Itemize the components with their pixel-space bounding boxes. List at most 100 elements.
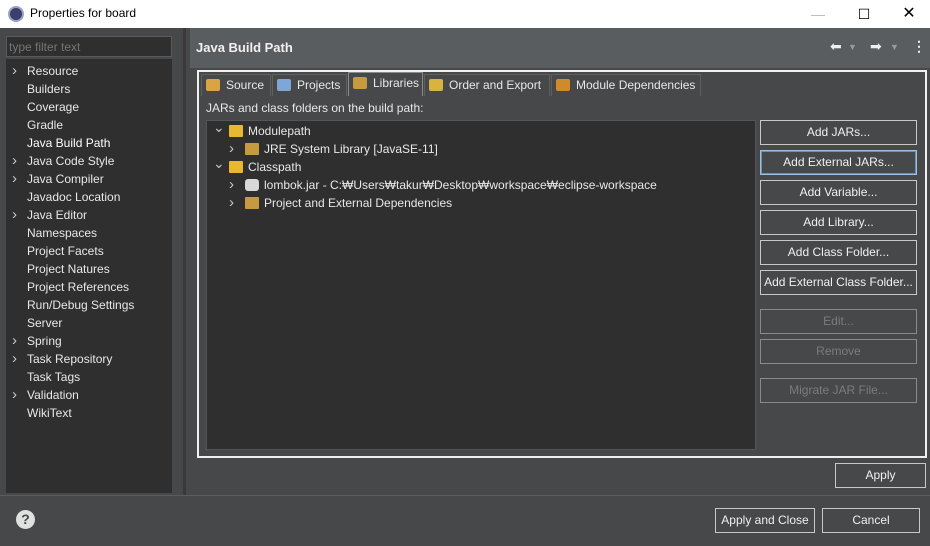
nav-item[interactable]: Java Build Path	[6, 134, 172, 152]
back-arrow-icon[interactable]: ⬅	[830, 38, 842, 55]
property-nav-tree: › Resource Builders Coverage Gradle Java Buil…	[6, 59, 172, 493]
add-variable-button[interactable]: Add Variable...	[760, 180, 917, 205]
nav-item[interactable]: Project Natures	[6, 260, 172, 278]
libraries-tree[interactable]: ⌄ Modulepath › JRE System Library [JavaSE-1…	[206, 119, 756, 450]
migrate-jar-button[interactable]: Migrate JAR File...	[760, 378, 917, 403]
tab-label: Projects	[297, 78, 341, 92]
add-external-jars-button[interactable]: Add External JARs...	[760, 150, 917, 175]
nav-item-label: Task Repository	[27, 352, 113, 366]
jar-icon	[245, 179, 259, 191]
chevron-down-icon[interactable]: ⌄	[213, 154, 225, 172]
tree-node-label: Classpath	[248, 160, 302, 174]
cancel-button[interactable]: Cancel	[822, 508, 920, 533]
tree-node[interactable]: › Project and External Dependencies	[229, 194, 743, 212]
nav-item-label: Task Tags	[27, 370, 81, 384]
apply-button[interactable]: Apply	[835, 463, 926, 488]
tab-source[interactable]: Source	[201, 74, 271, 96]
chevron-down-icon[interactable]: ▼	[890, 42, 899, 52]
chevron-right-icon[interactable]: ›	[12, 152, 22, 170]
classpath-icon	[229, 161, 243, 173]
dependencies-icon	[245, 197, 259, 209]
tree-node-label: lombok.jar - C:₩Users₩takur₩Desktop₩work…	[264, 178, 657, 192]
edit-button[interactable]: Edit...	[760, 309, 917, 334]
chevron-right-icon[interactable]: ›	[229, 140, 241, 158]
tab-folder: Source Projects Libraries Order and Export M…	[197, 70, 927, 458]
nav-item[interactable]: Builders	[6, 80, 172, 98]
add-library-button[interactable]: Add Library...	[760, 210, 917, 235]
tab-module-dependencies[interactable]: Module Dependencies	[551, 74, 701, 96]
nav-item[interactable]: › Task Repository	[6, 350, 172, 368]
chevron-down-icon[interactable]: ▼	[848, 42, 857, 52]
nav-item-label: Project Natures	[27, 262, 110, 276]
tab-label: Libraries	[373, 76, 420, 90]
nav-item[interactable]: › Validation	[6, 386, 172, 404]
nav-item-label: Server	[27, 316, 63, 330]
window-title: Properties for board	[30, 6, 137, 20]
title-bar: Properties for board — ☐ ✕	[0, 0, 930, 28]
nav-item[interactable]: › Java Editor	[6, 206, 172, 224]
add-class-folder-button[interactable]: Add Class Folder...	[760, 240, 917, 265]
filter-input[interactable]	[6, 36, 172, 57]
dialog-footer: ? Apply and Close Cancel	[0, 496, 930, 546]
nav-item-label: Builders	[27, 82, 71, 96]
nav-item[interactable]: Project References	[6, 278, 172, 296]
chevron-down-icon[interactable]: ⌄	[213, 118, 225, 136]
nav-item[interactable]: › Java Code Style	[6, 152, 172, 170]
nav-item-label: Java Compiler	[27, 172, 104, 186]
right-panel: Java Build Path ⬅ ▼ ➡ ▼ ⋮ Source Projects…	[186, 28, 930, 495]
close-button[interactable]: ✕	[886, 0, 930, 28]
chevron-right-icon[interactable]: ›	[12, 206, 22, 224]
nav-item[interactable]: › Java Compiler	[6, 170, 172, 188]
add-external-class-folder-button[interactable]: Add External Class Folder...	[760, 270, 917, 295]
apply-and-close-button[interactable]: Apply and Close	[715, 508, 815, 533]
chevron-right-icon[interactable]: ›	[12, 350, 22, 368]
nav-item-label: Run/Debug Settings	[27, 298, 135, 312]
nav-item[interactable]: Run/Debug Settings	[6, 296, 172, 314]
nav-item-label: Validation	[27, 388, 79, 402]
add-jars-button[interactable]: Add JARs...	[760, 120, 917, 145]
nav-item[interactable]: Project Facets	[6, 242, 172, 260]
tab-projects[interactable]: Projects	[272, 74, 347, 96]
source-folder-icon	[206, 79, 220, 91]
nav-item[interactable]: Server	[6, 314, 172, 332]
tab-label: Source	[226, 78, 265, 92]
remove-button[interactable]: Remove	[760, 339, 917, 364]
nav-item-label: Coverage	[27, 100, 80, 114]
chevron-right-icon[interactable]: ›	[12, 332, 22, 350]
minimize-button[interactable]: —	[795, 0, 841, 28]
library-icon	[353, 77, 367, 89]
chevron-right-icon[interactable]: ›	[229, 176, 241, 194]
tab-label: Module Dependencies	[576, 78, 696, 92]
nav-item-label: Namespaces	[27, 226, 98, 240]
nav-item[interactable]: Javadoc Location	[6, 188, 172, 206]
nav-item-label: Spring	[27, 334, 62, 348]
build-path-label: JARs and class folders on the build path…	[206, 101, 424, 115]
nav-item[interactable]: Namespaces	[6, 224, 172, 242]
chevron-right-icon[interactable]: ›	[12, 170, 22, 188]
jre-library-icon	[245, 143, 259, 155]
more-menu-icon[interactable]: ⋮	[912, 38, 926, 55]
tree-node-label: Modulepath	[248, 124, 311, 138]
nav-item[interactable]: Coverage	[6, 98, 172, 116]
tree-node[interactable]: › JRE System Library [JavaSE-11]	[229, 140, 743, 158]
left-panel: › Resource Builders Coverage Gradle Java Buil…	[0, 28, 184, 495]
help-icon[interactable]: ?	[16, 510, 35, 529]
tab-libraries[interactable]: Libraries	[348, 72, 423, 96]
chevron-right-icon[interactable]: ›	[12, 62, 22, 80]
nav-item[interactable]: Gradle	[6, 116, 172, 134]
nav-item[interactable]: WikiText	[6, 404, 172, 422]
nav-item-label: Project Facets	[27, 244, 104, 258]
maximize-button[interactable]: ☐	[841, 0, 887, 28]
tree-node[interactable]: › lombok.jar - C:₩Users₩takur₩Desktop₩wor…	[229, 176, 743, 194]
forward-arrow-icon[interactable]: ➡	[870, 38, 882, 55]
module-icon	[556, 79, 570, 91]
tree-node[interactable]: ⌄ Modulepath	[213, 119, 743, 140]
chevron-right-icon[interactable]: ›	[229, 194, 241, 212]
nav-item[interactable]: Task Tags	[6, 368, 172, 386]
tab-order-and-export[interactable]: Order and Export	[424, 74, 550, 96]
tree-node[interactable]: ⌄ Classpath	[213, 155, 743, 176]
nav-item[interactable]: › Spring	[6, 332, 172, 350]
nav-item[interactable]: › Resource	[6, 62, 172, 80]
page-title: Java Build Path	[196, 40, 293, 55]
chevron-right-icon[interactable]: ›	[12, 386, 22, 404]
